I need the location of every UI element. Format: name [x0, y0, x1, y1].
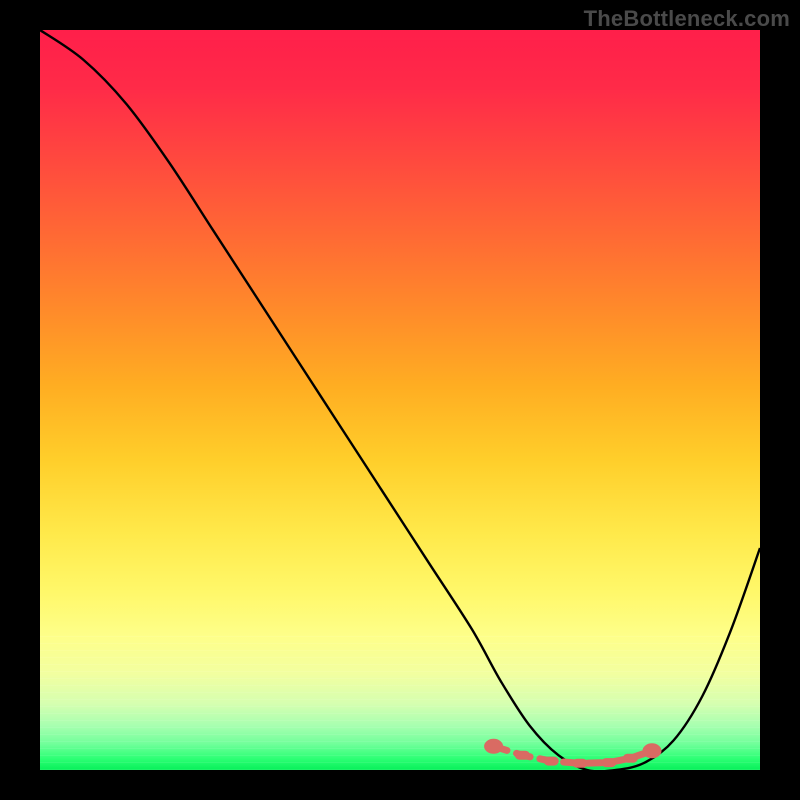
plot-area	[40, 30, 760, 770]
watermark-text: TheBottleneck.com	[584, 6, 790, 32]
curve-layer	[40, 30, 760, 770]
bottleneck-curve	[40, 30, 760, 770]
chart-frame: TheBottleneck.com	[0, 0, 800, 800]
optimal-range-markers	[485, 739, 661, 767]
